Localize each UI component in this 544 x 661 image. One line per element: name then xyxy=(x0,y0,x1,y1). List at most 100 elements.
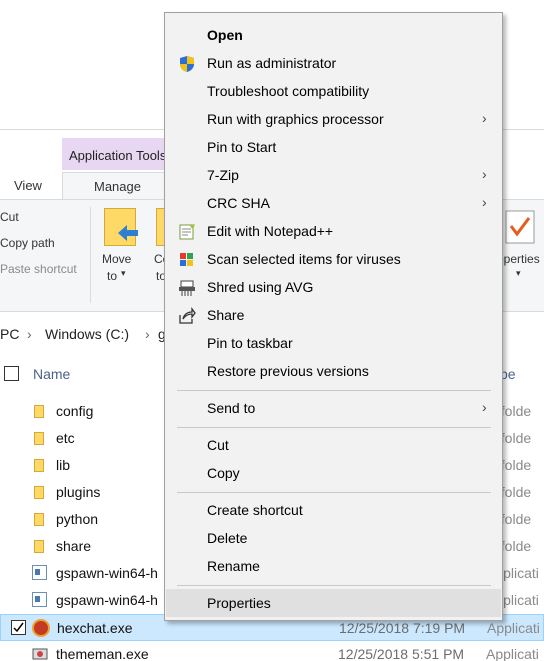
breadcrumb-drive[interactable]: Windows (C:) xyxy=(45,326,129,342)
menu-item-troubleshoot[interactable]: Troubleshoot compatibility xyxy=(166,77,501,105)
file-name: gspawn-win64-h xyxy=(56,565,158,581)
menu-item-properties[interactable]: Properties xyxy=(166,589,501,617)
tab-manage[interactable]: Manage xyxy=(62,172,167,200)
menu-item-label: Run with graphics processor xyxy=(207,111,384,127)
application-icon xyxy=(32,592,47,607)
select-all-checkbox[interactable] xyxy=(4,366,19,381)
menu-item-label: Cut xyxy=(207,437,229,453)
menu-separator xyxy=(177,585,491,586)
file-name: etc xyxy=(56,430,75,446)
application-tools-label: Application Tools xyxy=(69,148,167,163)
menu-item-scan-viruses[interactable]: Scan selected items for viruses xyxy=(166,245,501,273)
hexchat-icon xyxy=(32,619,50,637)
submenu-arrow-icon: › xyxy=(482,399,487,415)
shredder-icon xyxy=(179,280,195,296)
menu-item-label: Edit with Notepad++ xyxy=(207,223,334,239)
breadcrumb-chevron-icon: › xyxy=(27,326,32,342)
file-date: 12/25/2018 7:19 PM xyxy=(339,620,466,636)
cut-button[interactable]: Cut xyxy=(0,210,19,224)
menu-item-label: Run as administrator xyxy=(207,55,337,71)
tab-view[interactable]: View xyxy=(14,178,42,193)
file-type: Applicati xyxy=(486,646,539,661)
menu-item-copy[interactable]: Copy xyxy=(166,459,501,487)
menu-item-label: Open xyxy=(207,27,243,43)
uac-shield-icon xyxy=(180,56,194,72)
folder-icon xyxy=(34,513,44,526)
copy-path-button[interactable]: Copy path xyxy=(0,236,55,250)
file-date: 12/25/2018 5:51 PM xyxy=(338,646,465,661)
thememan-icon xyxy=(32,648,48,660)
check-icon xyxy=(13,622,24,633)
menu-item-crc-sha[interactable]: CRC SHA › xyxy=(166,189,501,217)
menu-item-label: Send to xyxy=(207,400,256,416)
folder-icon xyxy=(34,459,44,472)
menu-separator xyxy=(177,390,491,391)
submenu-arrow-icon: › xyxy=(482,194,487,210)
file-type: Applicati xyxy=(487,620,540,636)
application-tools-tab-group[interactable]: Application Tools xyxy=(62,138,167,170)
move-to-dropdown-icon: ▾ xyxy=(121,268,126,278)
menu-item-cut[interactable]: Cut xyxy=(166,431,501,459)
breadcrumb-pc[interactable]: PC xyxy=(0,326,19,342)
move-arrow-icon xyxy=(118,225,138,241)
menu-item-shred-avg[interactable]: Shred using AVG xyxy=(166,273,501,301)
menu-item-pin-to-start[interactable]: Pin to Start xyxy=(166,133,501,161)
file-row-thememan[interactable]: thememan.exe 12/25/2018 5:51 PM Applicat… xyxy=(0,641,544,661)
move-to-label-2: to xyxy=(107,269,118,283)
file-name: hexchat.exe xyxy=(57,620,133,636)
folder-icon xyxy=(34,540,44,553)
menu-item-label: Troubleshoot compatibility xyxy=(207,83,370,99)
tab-manage-label: Manage xyxy=(94,179,141,194)
menu-item-label: Create shortcut xyxy=(207,502,303,518)
menu-separator xyxy=(177,427,491,428)
menu-item-delete[interactable]: Delete xyxy=(166,524,501,552)
menu-item-send-to[interactable]: Send to › xyxy=(166,394,501,422)
file-name: gspawn-win64-h xyxy=(56,592,158,608)
submenu-arrow-icon: › xyxy=(482,110,487,126)
file-name: python xyxy=(56,511,99,527)
menu-item-label: 7-Zip xyxy=(207,167,239,183)
menu-item-create-shortcut[interactable]: Create shortcut xyxy=(166,496,501,524)
submenu-arrow-icon: › xyxy=(482,166,487,182)
properties-icon xyxy=(505,210,535,244)
menu-separator xyxy=(177,492,491,493)
column-name-header[interactable]: Name xyxy=(33,366,70,382)
breadcrumb-chevron-icon: › xyxy=(145,326,150,342)
menu-item-label: Share xyxy=(207,307,245,323)
menu-item-share[interactable]: Share xyxy=(166,301,501,329)
properties-dropdown-icon: ▾ xyxy=(516,268,521,278)
menu-item-run-as-admin[interactable]: Run as administrator xyxy=(166,49,501,77)
menu-item-restore-versions[interactable]: Restore previous versions xyxy=(166,357,501,385)
folder-icon xyxy=(34,486,44,499)
context-menu: Open Run as administrator Troubleshoot c… xyxy=(164,12,503,621)
menu-item-pin-taskbar[interactable]: Pin to taskbar xyxy=(166,329,501,357)
menu-item-rename[interactable]: Rename xyxy=(166,552,501,580)
menu-item-label: Pin to taskbar xyxy=(207,335,293,351)
share-icon xyxy=(179,307,196,324)
notepadpp-icon xyxy=(179,224,195,240)
folder-icon xyxy=(34,405,44,418)
file-name: lib xyxy=(56,457,71,473)
menu-item-label: Delete xyxy=(207,530,248,546)
move-to-label[interactable]: Move xyxy=(102,252,131,266)
menu-item-label: Pin to Start xyxy=(207,139,277,155)
menu-item-edit-notepadpp[interactable]: Edit with Notepad++ xyxy=(166,217,501,245)
menu-item-label: CRC SHA xyxy=(207,195,271,211)
menu-item-label: Rename xyxy=(207,558,260,574)
menu-item-7zip[interactable]: 7-Zip › xyxy=(166,161,501,189)
menu-item-label: Scan selected items for viruses xyxy=(207,251,401,267)
file-name: thememan.exe xyxy=(56,646,149,661)
folder-icon xyxy=(34,432,44,445)
menu-item-run-with-gpu[interactable]: Run with graphics processor › xyxy=(166,105,501,133)
file-name: plugins xyxy=(56,484,101,500)
menu-item-label: Copy xyxy=(207,465,240,481)
menu-item-label: Properties xyxy=(207,595,271,611)
menu-item-label: Shred using AVG xyxy=(207,279,314,295)
menu-item-label: Restore previous versions xyxy=(207,363,369,379)
properties-label[interactable]: operties xyxy=(497,252,540,266)
file-name: config xyxy=(56,403,94,419)
application-icon xyxy=(32,565,47,580)
file-name: share xyxy=(56,538,92,554)
paste-shortcut-button[interactable]: Paste shortcut xyxy=(0,262,77,276)
menu-item-open[interactable]: Open xyxy=(166,21,501,49)
